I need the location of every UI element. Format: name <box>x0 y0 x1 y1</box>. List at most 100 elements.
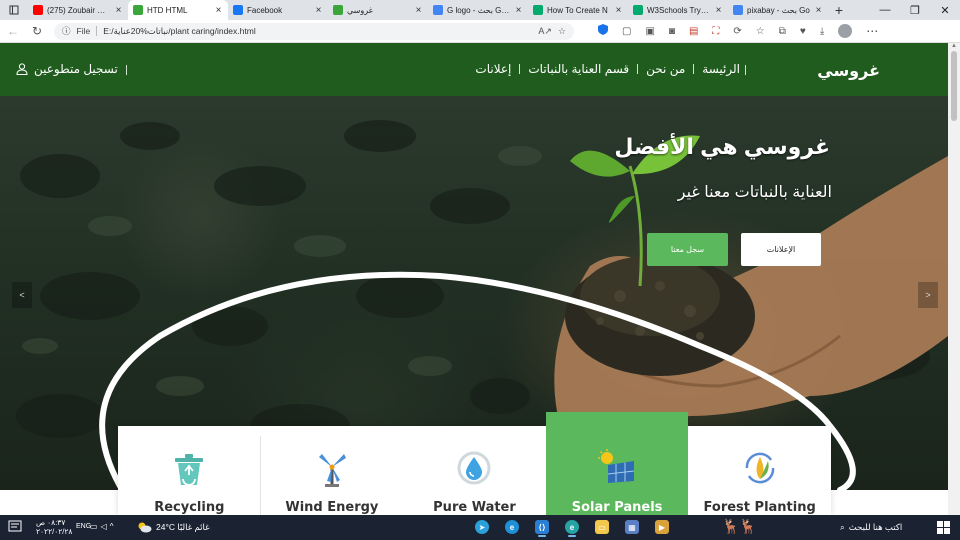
menu-divider <box>519 64 521 74</box>
leaf-cycle-icon <box>740 448 780 488</box>
window-controls: — ❐ ✕ <box>870 4 960 17</box>
vscode-app[interactable]: ⟨⟩ <box>532 517 552 537</box>
extension-icon[interactable]: ⟳ <box>733 26 741 37</box>
browser-tab[interactable]: HTD HTML × <box>128 0 228 20</box>
profile-avatar[interactable] <box>838 24 853 38</box>
google-icon <box>433 5 443 15</box>
media-player-app[interactable]: ▶ <box>652 517 672 537</box>
read-aloud-icon[interactable]: A↗ <box>538 26 552 37</box>
feature-cards: Recycling Wind Energy Pure Water Solar P… <box>118 412 831 516</box>
collections-icon[interactable]: ⧉ <box>779 26 786 37</box>
edge-browser-app[interactable]: e <box>562 517 582 537</box>
favorite-add-icon[interactable]: ☆ <box>558 26 566 37</box>
browser-tab[interactable]: How To Create N × <box>528 0 628 20</box>
browser-tab[interactable]: W3Schools Tryit E × <box>628 0 728 20</box>
system-tray[interactable]: ▭◁^ <box>90 522 116 531</box>
browser-tab[interactable]: (275) Zoubair Rah × <box>28 0 128 20</box>
feature-card-recycling[interactable]: Recycling <box>118 426 261 516</box>
new-tab-button[interactable]: + <box>828 2 850 18</box>
tab-title: G logo - بحث Goo <box>447 5 510 15</box>
tab-close-icon[interactable]: × <box>614 5 623 16</box>
menu-item-plant-care[interactable]: قسم العناية بالنباتات <box>520 62 637 76</box>
file-explorer-app[interactable]: ▭ <box>592 517 612 537</box>
join-us-button[interactable]: سجل معنا <box>647 233 728 266</box>
scrollbar-thumb[interactable] <box>951 51 957 121</box>
info-icon[interactable]: ⓘ <box>62 25 71 37</box>
browser-tab[interactable]: غروسي × <box>328 0 428 20</box>
browser-tab[interactable]: pixabay - بحث Go × <box>728 0 828 20</box>
tab-close-icon[interactable]: × <box>814 5 823 16</box>
solar-panel-icon <box>597 448 637 488</box>
tab-actions-menu-icon[interactable] <box>0 0 28 20</box>
telegram-app[interactable]: ➤ <box>472 517 492 537</box>
taskbar-search[interactable]: اكتب هنا للبحث ⌕ <box>840 522 902 533</box>
screenshot-icon[interactable]: ⛶ <box>712 26 719 37</box>
edge-app[interactable]: e <box>502 517 522 537</box>
favorites-icon[interactable]: ☆ <box>756 26 765 37</box>
network-icon[interactable]: ▭ <box>90 522 101 531</box>
menu-item-ads[interactable]: إعلانات <box>467 62 519 76</box>
extension-icon[interactable]: ▣ <box>645 26 654 37</box>
language-indicator[interactable]: ENG <box>76 523 91 530</box>
facebook-icon <box>233 5 243 15</box>
notification-icon[interactable] <box>8 520 22 534</box>
scroll-up-icon[interactable]: ▲ <box>948 43 960 49</box>
feature-label: Wind Energy <box>285 500 379 515</box>
hero-subtitle: العناية بالنباتات معنا غير <box>677 184 832 201</box>
volume-icon[interactable]: ◁ <box>101 522 110 531</box>
more-menu-icon[interactable]: ⋯ <box>866 24 878 38</box>
maximize-icon[interactable]: ❐ <box>900 4 930 17</box>
carousel-next-button[interactable]: > <box>918 282 938 308</box>
w3schools-icon <box>533 5 543 15</box>
extension-icon[interactable]: ▢ <box>622 26 631 37</box>
volunteer-signup-link[interactable]: تسجيل متطوعين <box>16 62 118 76</box>
feature-label: Solar Panels <box>571 500 663 515</box>
menu-item-home[interactable]: الرئيسة <box>694 62 748 76</box>
show-hidden-icons[interactable]: ^ <box>110 522 117 531</box>
extension-icons: ▢ ▣ ◙ ▤ ⛶ ⟳ ☆ ⧉ ♥ ⤓ ⋯ <box>598 24 878 38</box>
user-icon <box>16 63 28 75</box>
performance-icon[interactable]: ♥ <box>800 26 806 37</box>
tab-close-icon[interactable]: × <box>714 5 723 16</box>
feature-card-wind[interactable]: Wind Energy <box>261 426 404 515</box>
camera-icon[interactable]: ◙ <box>669 26 675 37</box>
clock-date: ٢٠٢٢/٠٢/٢٨ <box>36 527 73 536</box>
extension-icon[interactable]: ▤ <box>689 26 698 37</box>
photos-app[interactable]: ▦ <box>622 517 642 537</box>
ads-button[interactable]: الإعلانات <box>741 233 821 266</box>
feature-card-forest[interactable]: Forest Planting <box>688 426 831 515</box>
site-logo[interactable]: غروسي <box>817 61 880 81</box>
url-scheme-label: File <box>77 26 98 36</box>
feature-card-water[interactable]: Pure Water <box>403 426 546 515</box>
search-text: اكتب هنا للبحث <box>848 522 903 532</box>
nav-divider <box>126 65 127 75</box>
downloads-icon[interactable]: ⤓ <box>820 26 824 37</box>
feature-label: Pure Water <box>433 500 516 515</box>
tab-title: (275) Zoubair Rah <box>47 5 110 15</box>
browser-tab-strip: (275) Zoubair Rah × HTD HTML × Facebook × غروس… <box>0 0 960 20</box>
tab-close-icon[interactable]: × <box>314 5 323 16</box>
menu-item-about[interactable]: من نحن <box>638 62 693 76</box>
minimize-icon[interactable]: — <box>870 4 900 17</box>
back-arrow-icon[interactable]: ← <box>6 24 20 38</box>
tab-close-icon[interactable]: × <box>114 5 123 16</box>
url-text[interactable]: E:/نباتات%20عناية/plant caring/index.htm… <box>103 26 532 37</box>
carousel-prev-button[interactable]: < <box>12 282 32 308</box>
wind-turbine-icon <box>312 448 352 488</box>
shield-extension-icon[interactable] <box>598 24 608 38</box>
tab-close-icon[interactable]: × <box>214 5 223 16</box>
windows-start-icon[interactable] <box>937 521 950 534</box>
browser-toolbar: ← ↻ ⓘ File E:/نباتات%20عناية/plant carin… <box>0 20 960 43</box>
browser-tab[interactable]: G logo - بحث Goo × <box>428 0 528 20</box>
close-window-icon[interactable]: ✕ <box>930 4 960 17</box>
feature-label: Forest Planting <box>703 500 816 515</box>
weather-widget[interactable]: 24°C غائم غالبًا <box>136 521 210 533</box>
feature-card-solar[interactable]: Solar Panels <box>545 412 689 515</box>
browser-tab[interactable]: Facebook × <box>228 0 328 20</box>
reload-icon[interactable]: ↻ <box>30 24 44 38</box>
tab-close-icon[interactable]: × <box>414 5 423 16</box>
system-clock[interactable]: ٠٨:٣٧ ص ٢٠٢٢/٠٢/٢٨ <box>36 518 72 536</box>
tab-close-icon[interactable]: × <box>514 5 523 16</box>
address-bar[interactable]: ⓘ File E:/نباتات%20عناية/plant caring/in… <box>54 22 574 40</box>
page-scrollbar[interactable]: ▲ <box>948 43 960 515</box>
